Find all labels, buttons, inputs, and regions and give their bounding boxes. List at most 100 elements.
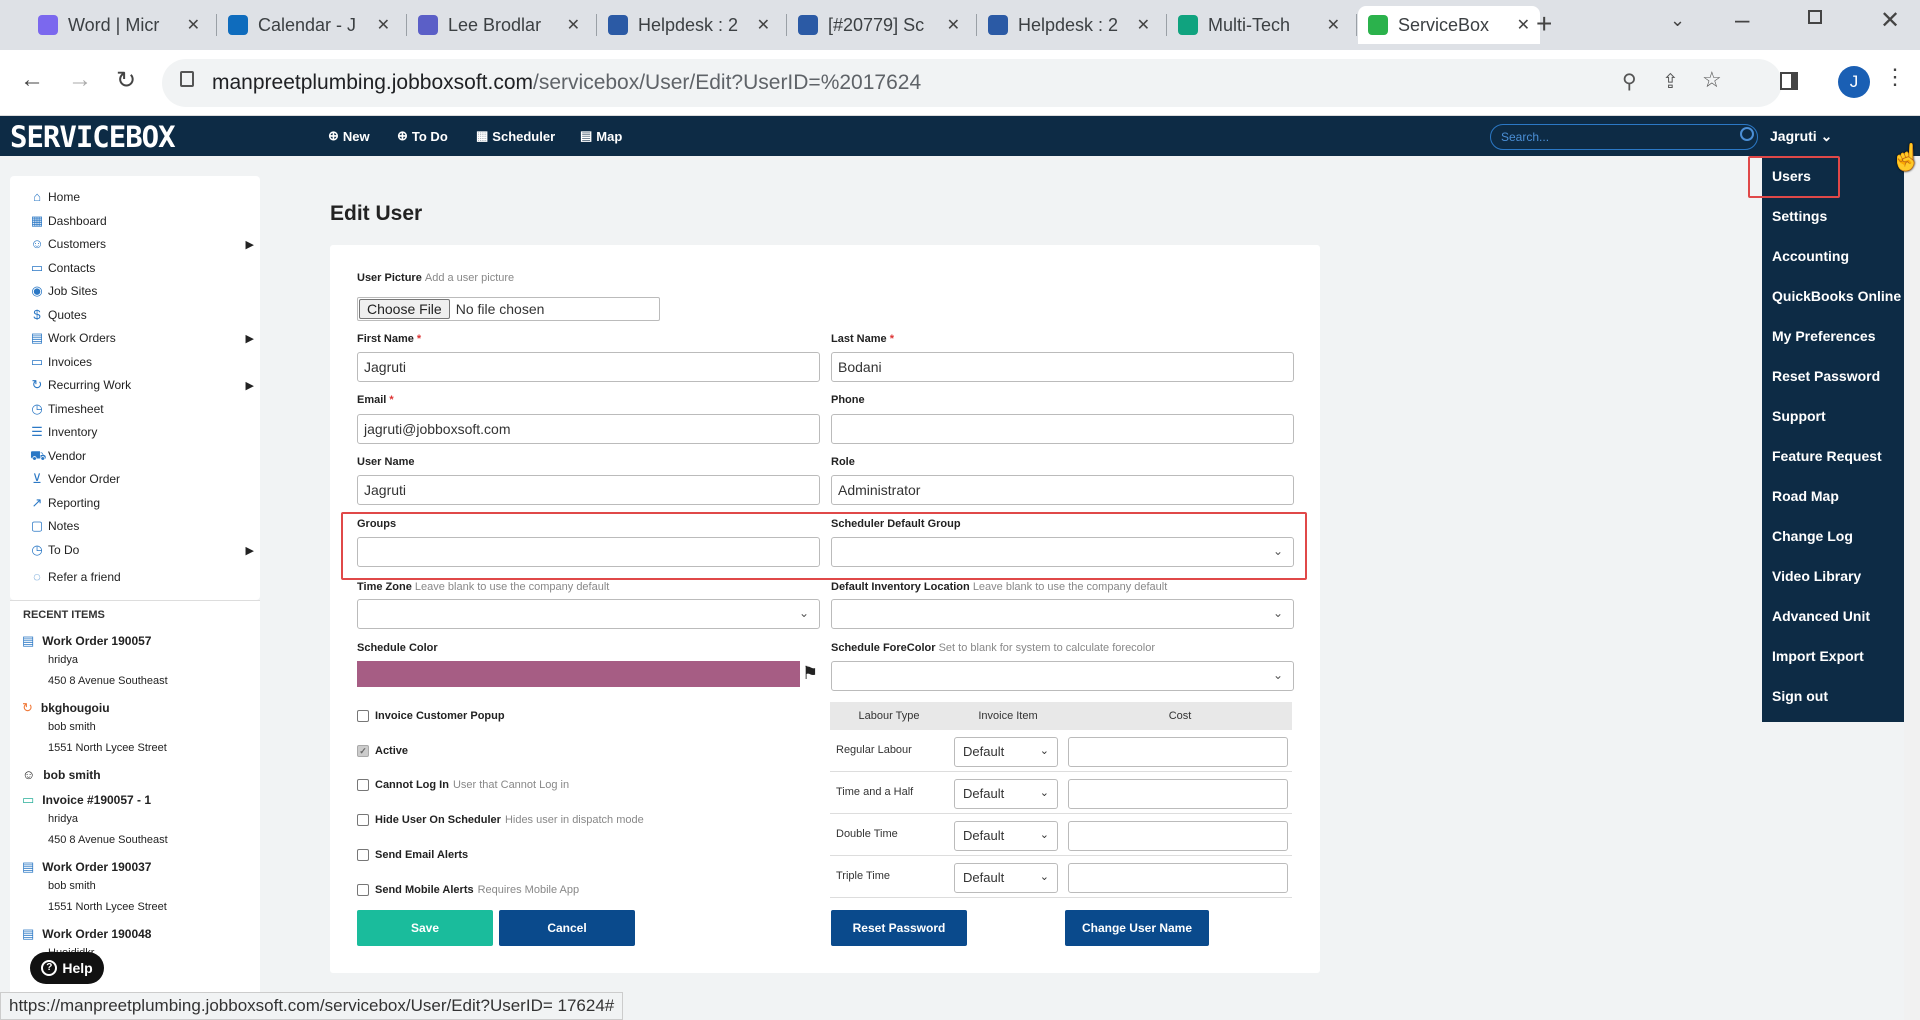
minimize-button[interactable]: – <box>1735 4 1749 35</box>
checkbox-send-email-alerts[interactable]: Send Email Alerts <box>357 848 468 861</box>
browser-tab[interactable]: Helpdesk : 2 ✕ <box>978 6 1160 44</box>
menu-item-advanced-unit[interactable]: Advanced Unit <box>1772 608 1870 624</box>
location-icon[interactable]: ⚲ <box>1622 69 1637 94</box>
cost-input[interactable] <box>1068 779 1288 809</box>
recent-item[interactable]: ↻ bkghougoiu <box>22 700 110 716</box>
checkbox-hide-user-on-scheduler[interactable]: Hide User On Scheduler Hides user in disp… <box>357 814 644 827</box>
menu-item-reset-password[interactable]: Reset Password <box>1772 368 1880 384</box>
cost-input[interactable] <box>1068 863 1288 893</box>
checkbox-box[interactable] <box>357 710 369 722</box>
phone-input[interactable] <box>831 414 1294 444</box>
close-icon[interactable]: ✕ <box>947 15 960 35</box>
browser-menu-icon[interactable]: ⋮ <box>1884 64 1906 90</box>
user-menu-toggle[interactable]: Jagruti ⌄ <box>1770 128 1832 145</box>
sidebar-item-notes[interactable]: ▢ Notes <box>30 519 80 534</box>
restore-button[interactable] <box>1808 10 1822 24</box>
browser-tab[interactable]: ServiceBox ✕ <box>1358 6 1540 44</box>
close-icon[interactable]: ✕ <box>1137 15 1150 35</box>
file-input[interactable]: Choose File No file chosen <box>357 297 660 321</box>
sidebar-item-home[interactable]: ⌂ Home <box>30 190 80 205</box>
sidebar-item-vendor-order[interactable]: ⊻ Vendor Order <box>30 472 120 487</box>
profile-avatar[interactable]: J <box>1838 66 1870 98</box>
close-icon[interactable]: ✕ <box>567 15 580 35</box>
menu-item-video-library[interactable]: Video Library <box>1772 568 1861 584</box>
topnav-to-do[interactable]: ⊕ To Do <box>397 128 448 144</box>
sidebar-item-reporting[interactable]: ↗ Reporting <box>30 495 100 510</box>
close-icon[interactable]: ✕ <box>187 15 200 35</box>
reset-password-button[interactable]: Reset Password <box>831 910 967 946</box>
menu-item-support[interactable]: Support <box>1772 408 1826 424</box>
help-button[interactable]: ? Help <box>30 952 104 984</box>
close-icon[interactable]: ✕ <box>377 15 390 35</box>
sidebar-item-work-orders[interactable]: ▤ Work Orders <box>30 331 116 346</box>
invoice-item-select[interactable]: Default ⌄ <box>954 737 1058 767</box>
sidebar-item-to-do[interactable]: ◷ To Do <box>30 542 79 557</box>
close-window-button[interactable]: ✕ <box>1880 6 1900 35</box>
browser-tab[interactable]: [#20779] Sc ✕ <box>788 6 970 44</box>
close-icon[interactable]: ✕ <box>757 15 770 35</box>
menu-item-sign-out[interactable]: Sign out <box>1772 688 1828 704</box>
menu-item-road-map[interactable]: Road Map <box>1772 488 1839 504</box>
checkbox-box[interactable] <box>357 779 369 792</box>
sidebar-item-invoices[interactable]: ▭ Invoices <box>30 354 92 369</box>
reload-icon[interactable]: ↻ <box>116 66 136 95</box>
cancel-button[interactable]: Cancel <box>499 910 635 946</box>
checkbox-active[interactable]: ✓ Active <box>357 744 408 757</box>
checkbox-box[interactable] <box>357 848 369 861</box>
first-name-input[interactable]: Jagruti <box>357 352 820 382</box>
recent-item[interactable]: ▤ Work Order 190037 <box>22 859 151 875</box>
browser-tab[interactable]: Multi-Tech ✕ <box>1168 6 1350 44</box>
invoice-item-select[interactable]: Default ⌄ <box>954 821 1058 851</box>
groups-input[interactable] <box>357 537 820 567</box>
recent-item[interactable]: ▤ Work Order 190057 <box>22 633 151 649</box>
sidebar-item-timesheet[interactable]: ◷ Timesheet <box>30 401 103 416</box>
sidebar-item-refer-a-friend[interactable]: ◌ Refer a friend <box>30 570 121 585</box>
recent-item[interactable]: ☺ bob smith <box>22 767 101 782</box>
menu-item-my-preferences[interactable]: My Preferences <box>1772 328 1876 344</box>
username-input[interactable]: Jagruti <box>357 475 820 505</box>
servicebox-logo[interactable]: SERVICEBOX <box>10 120 176 154</box>
schedule-color-swatch[interactable] <box>357 661 800 687</box>
search-input[interactable]: Search... <box>1490 124 1758 150</box>
browser-tab[interactable]: Helpdesk : 2 ✕ <box>598 6 780 44</box>
forecolor-select[interactable]: ⌄ <box>831 661 1294 691</box>
checkbox-invoice-customer-popup[interactable]: Invoice Customer Popup <box>357 710 505 722</box>
menu-item-quickbooks-online[interactable]: QuickBooks Online <box>1772 288 1901 304</box>
save-button[interactable]: Save <box>357 910 493 946</box>
topnav-scheduler[interactable]: ▦ Scheduler <box>476 128 555 144</box>
checkbox-send-mobile-alerts[interactable]: Send Mobile Alerts Requires Mobile App <box>357 883 579 896</box>
sidebar-item-vendor[interactable]: ⛟ Vendor <box>30 448 86 463</box>
sidebar-item-dashboard[interactable]: ▦ Dashboard <box>30 213 107 228</box>
new-tab-button[interactable]: + <box>1536 8 1552 40</box>
topnav-new[interactable]: ⊕ New <box>328 128 370 144</box>
inv-loc-select[interactable]: ⌄ <box>831 599 1294 629</box>
checkbox-box[interactable] <box>357 883 369 896</box>
close-icon[interactable]: ✕ <box>1327 15 1340 35</box>
url-field[interactable]: manpreetplumbing.jobboxsoft.com/serviceb… <box>162 59 1782 107</box>
tab-search-icon[interactable]: ⌄ <box>1670 10 1685 31</box>
sidebar-item-customers[interactable]: ☺ Customers <box>30 237 106 252</box>
timezone-select[interactable]: ⌄ <box>357 599 820 629</box>
bookmark-star-icon[interactable]: ☆ <box>1702 67 1722 93</box>
browser-tab[interactable]: Lee Brodlar ✕ <box>408 6 590 44</box>
sidebar-item-recurring-work[interactable]: ↻ Recurring Work <box>30 378 132 393</box>
search-icon[interactable] <box>1740 127 1754 141</box>
sidebar-item-job-sites[interactable]: ◉ Job Sites <box>30 284 97 299</box>
forward-icon[interactable]: → <box>68 66 92 94</box>
sidebar-item-quotes[interactable]: $ Quotes <box>30 307 86 322</box>
email-input[interactable]: jagruti@jobboxsoft.com <box>357 414 820 444</box>
role-input[interactable]: Administrator <box>831 475 1294 505</box>
menu-item-change-log[interactable]: Change Log <box>1772 528 1853 544</box>
sidebar-item-contacts[interactable]: ▭ Contacts <box>30 260 96 275</box>
menu-item-import-export[interactable]: Import Export <box>1772 648 1864 664</box>
browser-tab[interactable]: Word | Micr ✕ <box>28 6 210 44</box>
change-username-button[interactable]: Change User Name <box>1065 910 1209 946</box>
close-icon[interactable]: ✕ <box>1517 15 1530 35</box>
checkbox-box[interactable] <box>357 814 369 827</box>
paint-roller-icon[interactable]: ⚑ <box>802 663 818 684</box>
menu-item-feature-request[interactable]: Feature Request <box>1772 448 1882 464</box>
cost-input[interactable] <box>1068 737 1288 767</box>
menu-item-settings[interactable]: Settings <box>1772 208 1827 224</box>
choose-file-button[interactable]: Choose File <box>359 299 450 319</box>
menu-item-accounting[interactable]: Accounting <box>1772 248 1849 264</box>
